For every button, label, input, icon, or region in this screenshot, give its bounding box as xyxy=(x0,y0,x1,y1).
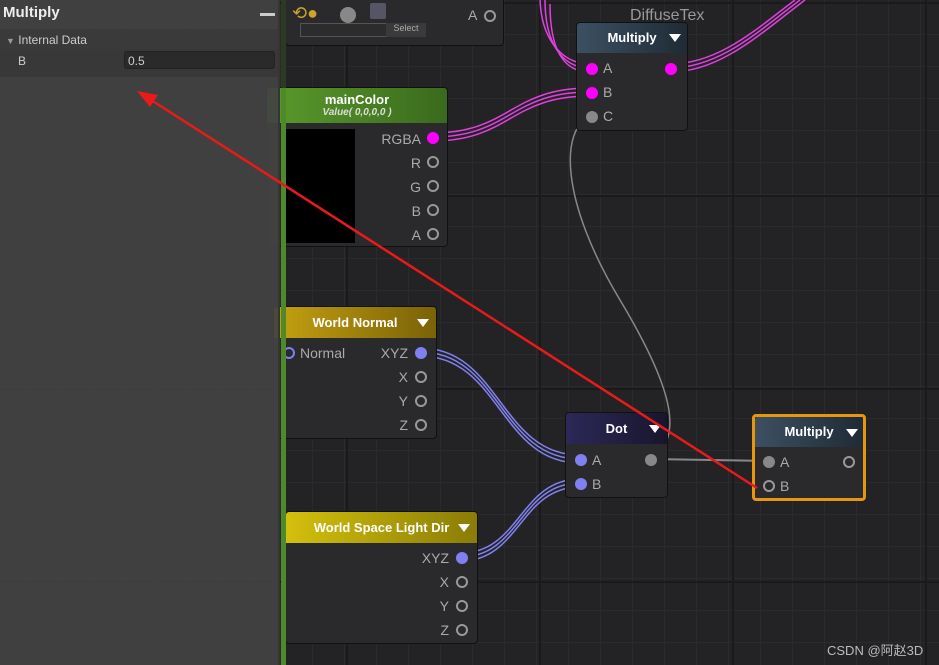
annotation-arrow xyxy=(137,91,758,490)
watermark: CSDN @阿赵3D xyxy=(827,643,924,658)
